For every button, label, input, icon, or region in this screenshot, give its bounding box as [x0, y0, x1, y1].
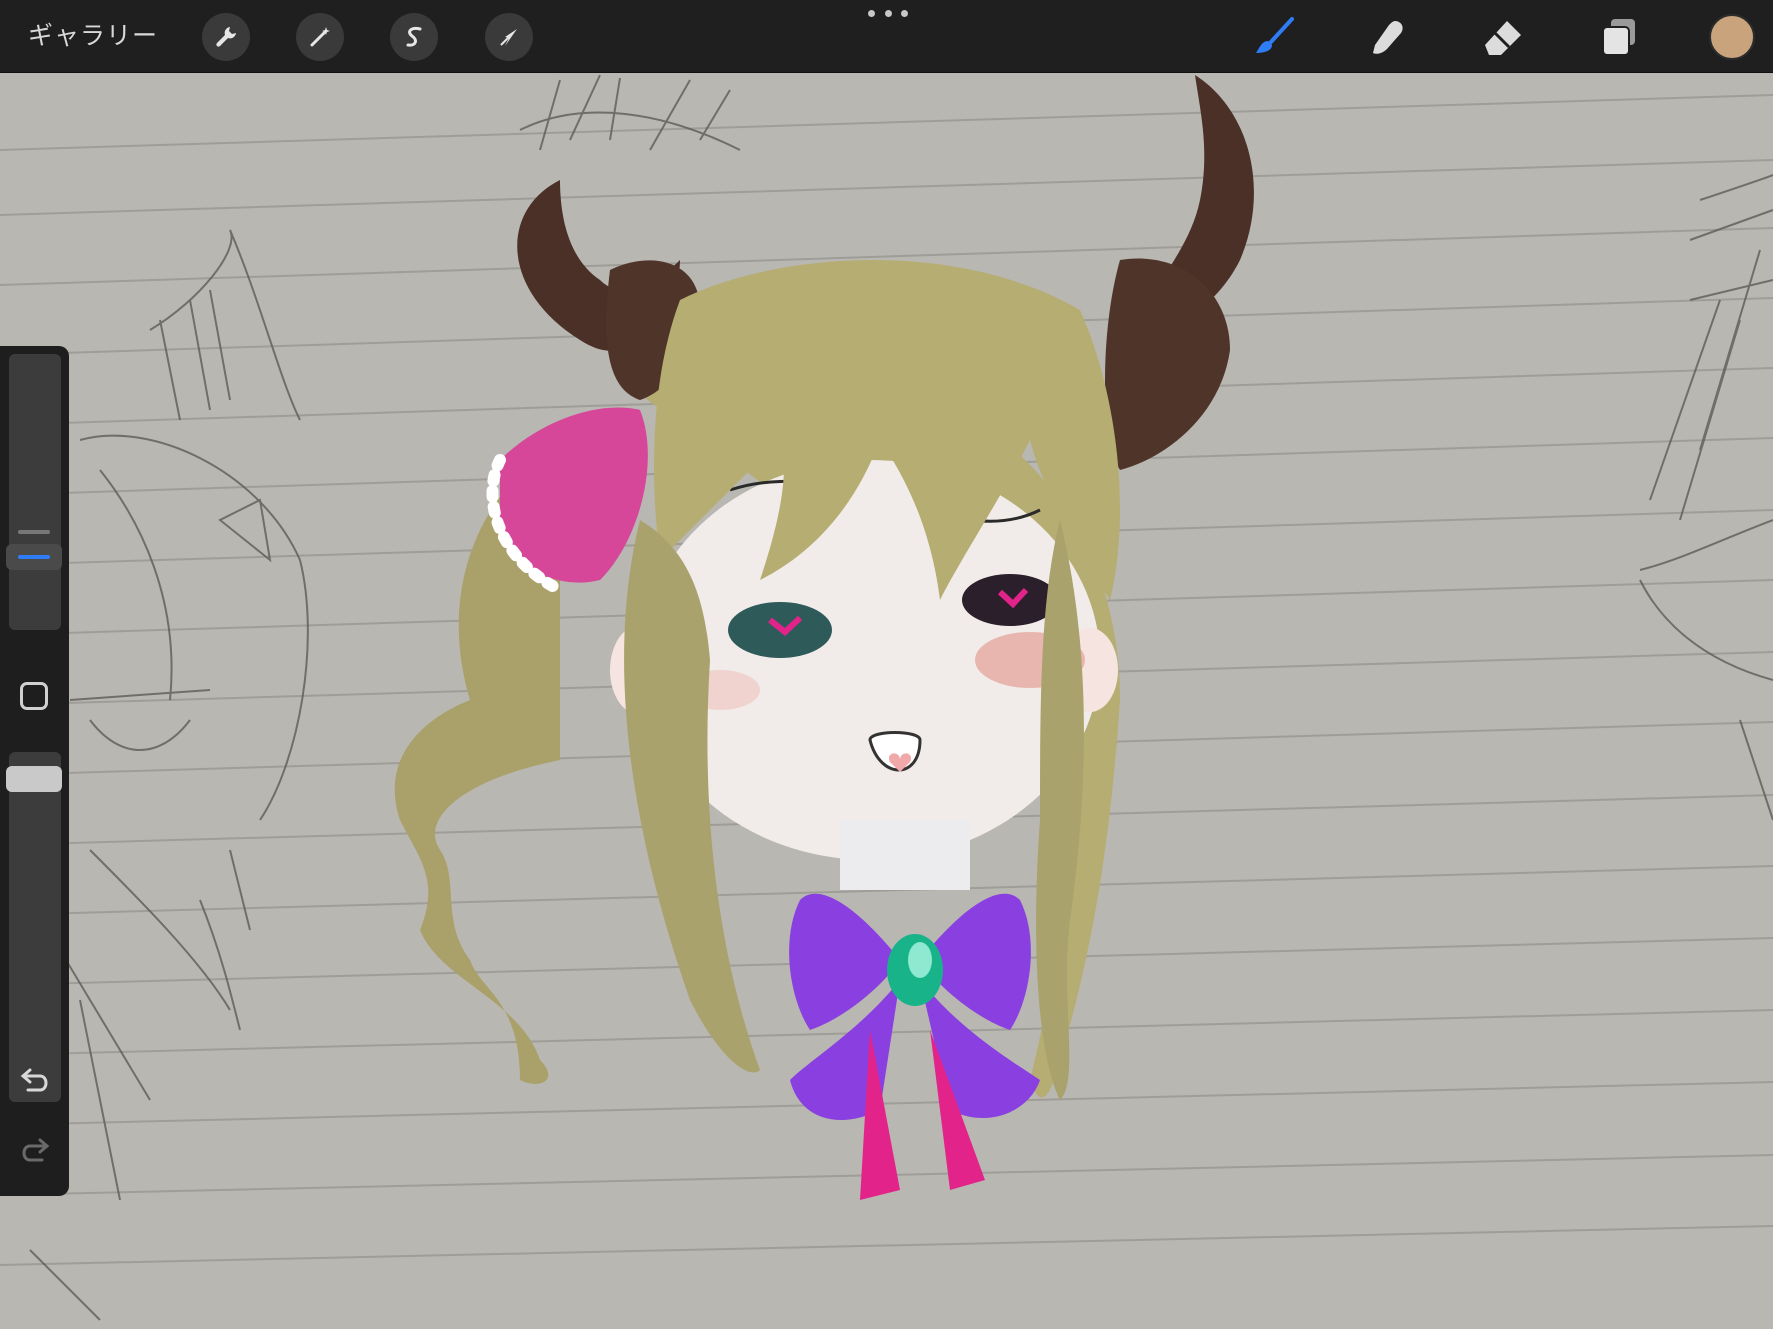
artwork	[0, 74, 1773, 1321]
smudge-finger-icon	[1373, 21, 1403, 54]
transform-button[interactable]	[485, 13, 533, 61]
eraser-tool-button[interactable]	[1478, 12, 1528, 62]
selection-button[interactable]	[390, 13, 438, 61]
magic-wand-icon	[310, 27, 330, 47]
brush-size-thumb[interactable]	[6, 544, 62, 570]
smudge-tool-button[interactable]	[1362, 12, 1412, 62]
gallery-button[interactable]: ギャラリー	[28, 18, 158, 54]
wrench-icon	[216, 27, 236, 47]
layers-icon	[1602, 19, 1635, 56]
brush-tool-button[interactable]	[1249, 12, 1299, 62]
opacity-thumb[interactable]	[6, 766, 62, 792]
top-toolbar: ギャラリー	[0, 0, 1773, 73]
arrow-cursor-icon	[500, 29, 517, 46]
selection-s-icon	[406, 27, 422, 47]
collar-bow	[789, 893, 1040, 1200]
more-dots-icon[interactable]	[868, 10, 908, 22]
brush-size-slider[interactable]	[9, 354, 61, 630]
eraser-icon	[1485, 21, 1521, 55]
actions-button[interactable]	[202, 13, 250, 61]
modify-square-icon[interactable]	[20, 682, 48, 710]
adjustments-button[interactable]	[296, 13, 344, 61]
left-sidebar	[0, 346, 69, 1196]
brush-icon	[1256, 17, 1294, 53]
color-picker-button[interactable]	[1709, 14, 1755, 60]
opacity-slider[interactable]	[9, 752, 61, 1102]
redo-icon[interactable]	[18, 1136, 52, 1166]
pencil-sketch-top	[519, 74, 741, 151]
pencil-sketch-left	[29, 229, 309, 1321]
undo-icon[interactable]	[18, 1066, 52, 1096]
layers-button[interactable]	[1594, 12, 1644, 62]
drawing-canvas[interactable]	[0, 72, 1773, 1329]
slider-marker	[18, 530, 50, 534]
